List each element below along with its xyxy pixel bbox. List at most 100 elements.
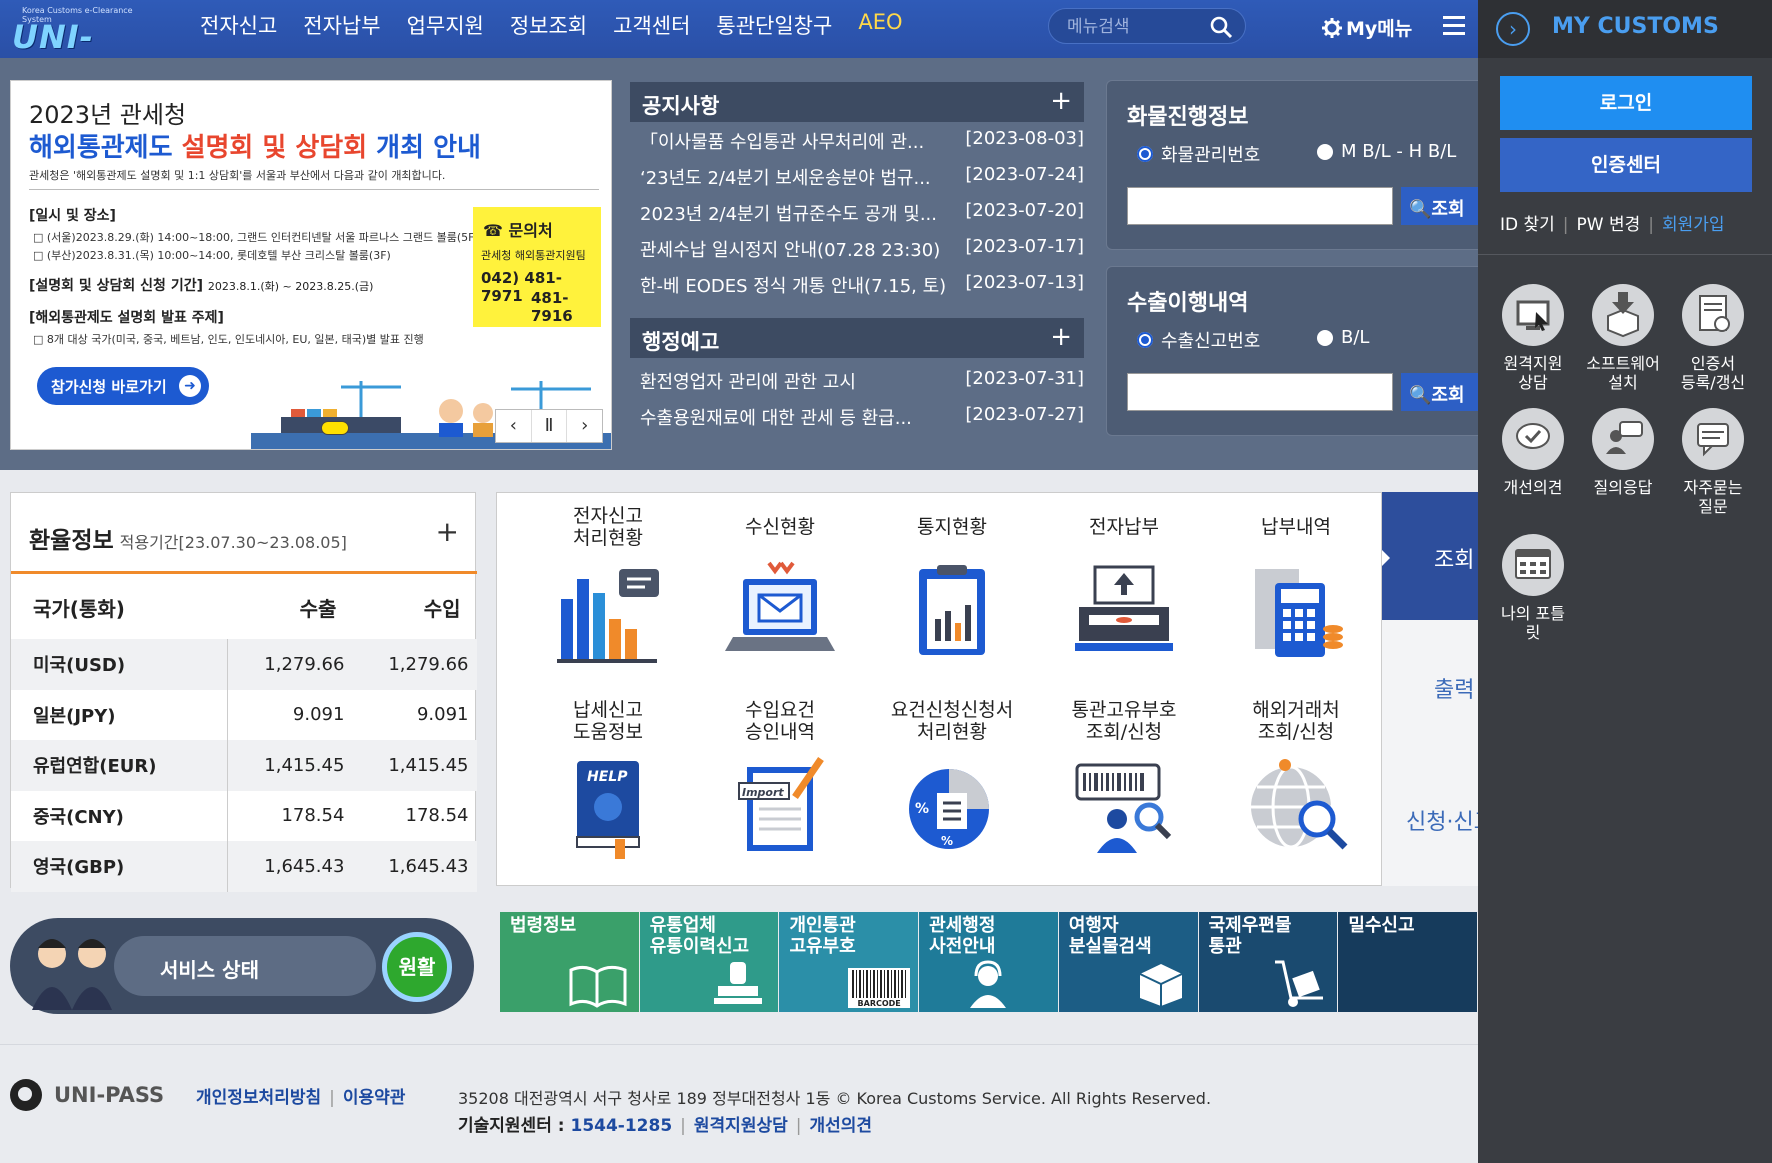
cargo-tracking-box: 화물진행정보 화물관리번호 M B/L - H B/L 🔍조회 (1106, 80, 1478, 250)
grid-item-requirement-status[interactable]: 요건신청신청서 처리현황 %% (877, 699, 1027, 867)
payment-terminal-icon (1075, 565, 1173, 651)
tile-customs-guide[interactable]: 관세행정 사전안내 (919, 912, 1058, 1012)
remote-support-link[interactable]: 원격지원상담 (694, 1116, 788, 1136)
banner-detail-seoul: □ (서울)2023.8.29.(화) 14:00~18:00, 그랜드 인터컨… (33, 231, 479, 244)
grid-item-tax-help[interactable]: 납세신고 도움정보 HELP (533, 699, 683, 867)
terms-link[interactable]: 이용약관 (343, 1088, 406, 1108)
change-pw-link[interactable]: PW 변경 (1577, 215, 1641, 235)
list-item[interactable]: 환전영업자 관리에 관한 고시 [2023-07-31] (640, 368, 1084, 404)
next-slide-button[interactable]: › (567, 410, 602, 442)
tile-international-mail[interactable]: 국제우편물 통관 (1198, 912, 1338, 1012)
grid-item-receipt-status[interactable]: 수신현황 (705, 505, 855, 673)
chevron-right-icon[interactable]: › (1496, 12, 1530, 46)
menu-search-box (1048, 8, 1246, 44)
radio-selected-icon (1137, 332, 1153, 348)
certificate-center-button[interactable]: 인증센터 (1500, 138, 1752, 192)
import-document-icon: Import (738, 757, 824, 851)
radio-mbl-hbl[interactable]: M B/L - H B/L (1317, 141, 1456, 162)
tab-apply[interactable]: 신청·신고 (1382, 754, 1478, 882)
pause-slide-button[interactable]: Ⅱ (532, 410, 568, 442)
feedback-link[interactable]: 개선의견 (809, 1116, 872, 1136)
list-item[interactable]: 수출용원재료에 대한 관세 등 환급... [2023-07-27] (640, 404, 1084, 440)
tile-lost-items[interactable]: 여행자 분실물검색 (1058, 912, 1198, 1012)
list-item[interactable]: 「이사물품 수입통관 사무처리에 관... [2023-08-03] (640, 128, 1084, 164)
login-button[interactable]: 로그인 (1500, 76, 1752, 130)
radio-bl[interactable]: B/L (1317, 327, 1369, 348)
exchange-rate-more-button[interactable]: + (436, 515, 459, 548)
radio-cargo-number[interactable]: 화물관리번호 (1137, 141, 1260, 167)
nav-e-payment[interactable]: 전자납부 (303, 10, 380, 40)
list-item[interactable]: 2023년 2/4분기 법규준수도 공개 및... [2023-07-20] (640, 200, 1084, 236)
my-menu-button[interactable]: My메뉴 (1322, 14, 1412, 41)
nav-info-lookup[interactable]: 정보조회 (510, 10, 587, 40)
side-item-faq[interactable]: 자주묻는 질문 (1668, 408, 1758, 516)
list-item[interactable]: 한-베 EODES 정식 개통 안내(7.15, 토) [2023-07-13] (640, 272, 1084, 308)
list-item[interactable]: 관세수납 일시정지 안내(07.28 23:30) [2023-07-17] (640, 236, 1084, 272)
panel-divider (1478, 254, 1772, 255)
qna-icon (1592, 408, 1654, 470)
banner-title-line1: 2023년 관세청 (29, 101, 187, 129)
table-row: 영국(GBP) 1,645.43 1,645.43 (11, 841, 477, 892)
signup-link[interactable]: 회원가입 (1662, 215, 1725, 235)
nav-work-support[interactable]: 업무지원 (407, 10, 484, 40)
radio-export-number[interactable]: 수출신고번호 (1137, 327, 1260, 353)
search-icon[interactable] (1209, 15, 1233, 39)
footer-links: 개인정보처리방침 | 이용약관 (196, 1088, 406, 1108)
grid-item-foreign-partner[interactable]: 해외거래처 조회/신청 (1221, 699, 1371, 867)
tile-law-info[interactable]: 법령정보 (500, 912, 639, 1012)
grid-item-payment-history[interactable]: 납부내역 (1221, 505, 1371, 673)
grid-item-e-payment[interactable]: 전자납부 (1049, 505, 1199, 673)
side-item-software-install[interactable]: 소프트웨어 설치 (1578, 284, 1668, 392)
export-search-button[interactable]: 🔍조회 (1401, 373, 1478, 411)
cargo-number-input[interactable] (1127, 187, 1393, 225)
feedback-icon (1502, 408, 1564, 470)
menu-search-input[interactable] (1067, 15, 1207, 39)
notice-header: 공지사항 + (630, 82, 1084, 122)
slide-indicator[interactable] (321, 421, 349, 435)
tile-smuggling-report[interactable]: 밀수신고 (1338, 912, 1478, 1012)
grid-item-notice-status[interactable]: 통지현황 (877, 505, 1027, 673)
quick-link-tiles: 법령정보 유통업체 유통이력신고 개인통관 고유부호 BARCODE 관세행정 … (500, 912, 1478, 1012)
admin-notice-more-button[interactable]: + (1050, 322, 1072, 352)
grid-item-import-approval[interactable]: 수입요건 승인내역 Import (705, 699, 855, 867)
nav-aeo[interactable]: AEO (858, 10, 902, 40)
side-item-remote-support[interactable]: 원격지원 상담 (1488, 284, 1578, 392)
apply-shortcut-button[interactable]: 참가신청 바로가기 ➜ (37, 367, 209, 405)
tile-distribution-report[interactable]: 유통업체 유통이력신고 (639, 912, 779, 1012)
side-item-my-portlet[interactable]: 나의 포틀 릿 (1488, 534, 1578, 642)
grid-item-e-declaration-status[interactable]: 전자신고 처리현황 (533, 505, 683, 673)
cargo-search-button[interactable]: 🔍조회 (1401, 187, 1478, 225)
book-icon (569, 965, 627, 1008)
barcode-person-icon (1075, 763, 1172, 853)
side-item-certificate[interactable]: 인증서 등록/갱신 (1668, 284, 1758, 392)
banner-section-3: [해외통관제도 설명회 발표 주제] (29, 310, 224, 326)
exchange-rate-title: 환율정보 적용기간[23.07.30~23.08.05] (29, 528, 347, 554)
side-item-feedback[interactable]: 개선의견 (1488, 408, 1578, 497)
exchange-rate-panel: 환율정보 적용기간[23.07.30~23.08.05] + 국가(통화) 수출 수입… (10, 492, 477, 892)
admin-notice-header: 행정예고 + (630, 318, 1084, 358)
tile-personal-customs-code[interactable]: 개인통관 고유부호 BARCODE (779, 912, 919, 1012)
table-row: 유럽연합(EUR) 1,415.45 1,415.45 (11, 740, 477, 791)
tab-print[interactable]: 출력 (1382, 622, 1478, 750)
banner-controls: ‹ Ⅱ › (495, 409, 603, 443)
find-id-link[interactable]: ID 찾기 (1500, 215, 1555, 235)
hamburger-icon[interactable] (1443, 16, 1465, 35)
nav-customer-center[interactable]: 고객센터 (613, 10, 690, 40)
notice-more-button[interactable]: + (1050, 86, 1072, 116)
tab-lookup[interactable]: 조회 (1382, 492, 1478, 620)
list-item[interactable]: ‘23년도 2/4분기 보세운송분야 법규... [2023-07-24] (640, 164, 1084, 200)
prev-slide-button[interactable]: ‹ (496, 410, 532, 442)
privacy-policy-link[interactable]: 개인정보처리방침 (196, 1088, 321, 1108)
unipass-logo[interactable]: Korea Customs e-Clearance System UNI-PAS… (12, 6, 162, 94)
table-row: 일본(JPY) 9.091 9.091 (11, 689, 477, 740)
nav-single-window[interactable]: 통관단일창구 (716, 10, 832, 40)
nav-e-declaration[interactable]: 전자신고 (200, 10, 277, 40)
side-item-qna[interactable]: 질의응답 (1578, 408, 1668, 497)
footer-address: 35208 대전광역시 서구 청사로 189 정부대전청사 1동 © Korea… (458, 1089, 1212, 1108)
export-number-input[interactable] (1127, 373, 1393, 411)
contact-dept: 관세청 해외통관지원팀 (481, 249, 586, 262)
grid-item-customs-code[interactable]: 통관고유부호 조회/신청 (1049, 699, 1199, 867)
event-banner[interactable]: 2023년 관세청 해외통관제도 설명회 및 상담회 개최 안내 관세청은 '해… (10, 80, 612, 450)
quick-service-grid: 전자신고 처리현황 수신현황 통지현황 전자납부 납부내역 납세신고 도움정보 … (496, 492, 1382, 886)
tech-phone-link[interactable]: 1544-1285 (570, 1116, 672, 1136)
